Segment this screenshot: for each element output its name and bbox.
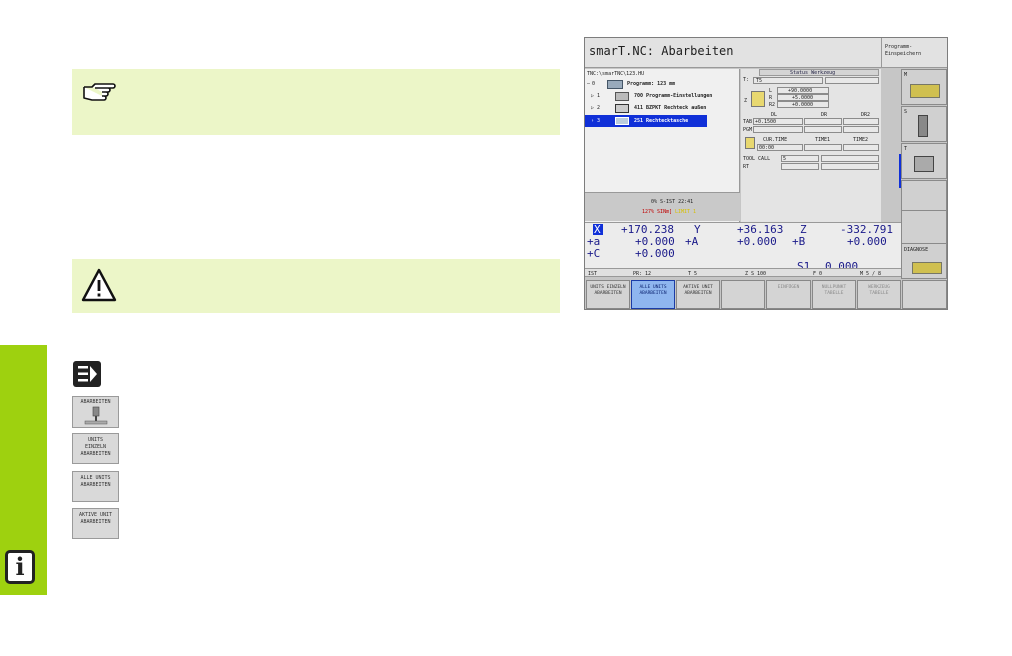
softkey-label: ABARBEITEN [80, 399, 111, 405]
aktive-unit-softkey[interactable]: AKTIVE UNIT ABARBEITEN [676, 280, 720, 309]
status-panel: Status Werkzeug T: T5 Z L +90.0000 R +5.… [741, 69, 881, 222]
empty-softkey[interactable] [721, 280, 765, 309]
softkey-label: UNITS EINZELN ABARBEITEN [80, 437, 111, 457]
s-softkey[interactable]: S [901, 106, 947, 142]
tree-row-selected[interactable]: › 3 251 Rechtecktasche [585, 115, 707, 127]
screen-title: smarT.NC: Abarbeiten [589, 44, 734, 58]
units-einzeln-softkey[interactable]: UNITS EINZELN ABARBEITEN [586, 280, 630, 309]
werkzeug-tabelle-softkey[interactable]: WERKZEUG TABELLE [857, 280, 901, 309]
unit-icon [615, 117, 629, 125]
nullpunkt-tabelle-softkey[interactable]: NULLPUNKT TABELLE [812, 280, 856, 309]
title-bar: smarT.NC: Abarbeiten [585, 38, 881, 68]
tool-icon [751, 91, 765, 107]
unit-icon [615, 104, 629, 113]
program-icon [607, 80, 623, 89]
diagnose-softkey[interactable]: DIAGNOSE [901, 243, 947, 279]
program-path: TNC:\smarTNC\123.HU [587, 71, 645, 77]
abarbeiten-softkey-icon: ABARBEITEN [72, 396, 119, 428]
mode-label-box: Programm-Einspeichern [881, 38, 947, 68]
progress-line: 0% S-IST 22:41 [651, 199, 694, 205]
unit-icon [615, 92, 629, 101]
aktive-unit-softkey-icon: AKTIVE UNIT ABARBEITEN [72, 508, 119, 539]
status-bar: IST PR: 12 T 5 Z S 100 F 0 M 5 / 8 [585, 268, 901, 277]
info-icon: i [5, 550, 35, 584]
empty-side-softkey[interactable] [901, 210, 947, 246]
more-softkey[interactable] [902, 280, 947, 309]
einfuegen-softkey[interactable]: EINFÜGEN [766, 280, 811, 309]
progress-panel: 0% S-IST 22:41 127% SINm] LIMIT 1 [585, 192, 740, 221]
alle-units-softkey-icon: ALLE UNITS ABARBEITEN [72, 471, 119, 502]
tool-number-field: T5 [753, 77, 823, 84]
note-box [72, 69, 560, 135]
pointing-hand-icon [83, 83, 116, 101]
t-softkey[interactable]: T [901, 143, 947, 179]
units-einzeln-softkey-icon: UNITS EINZELN ABARBEITEN [72, 433, 119, 464]
alle-units-softkey[interactable]: ALLE UNITS ABARBEITEN [631, 280, 675, 309]
progress-warning: 127% SINm] [642, 209, 673, 215]
softkey-label: AKTIVE UNIT ABARBEITEN [78, 512, 113, 525]
control-screenshot: smarT.NC: Abarbeiten Programm-Einspeiche… [584, 37, 948, 310]
status-title-bar: Status Werkzeug [759, 69, 879, 76]
tree-row[interactable]: – 0 Programm: 123 mm [585, 79, 740, 90]
tree-row[interactable]: ▷ 1 700 Programm-Einstellungen [585, 91, 740, 102]
smarT-icon [73, 361, 101, 387]
abarbeiten-icon [84, 406, 107, 425]
tree-row[interactable]: ▷ 2 411 BZPKT Rechteck außen [585, 103, 740, 114]
m-softkey[interactable]: M [901, 69, 947, 105]
clock-icon [745, 137, 755, 149]
softkey-label: ALLE UNITS ABARBEITEN [80, 475, 111, 488]
mode-label: Programm-Einspeichern [885, 44, 922, 57]
warning-icon [81, 268, 117, 302]
warning-box [72, 259, 560, 313]
progress-limit: LIMIT 1 [675, 209, 697, 215]
